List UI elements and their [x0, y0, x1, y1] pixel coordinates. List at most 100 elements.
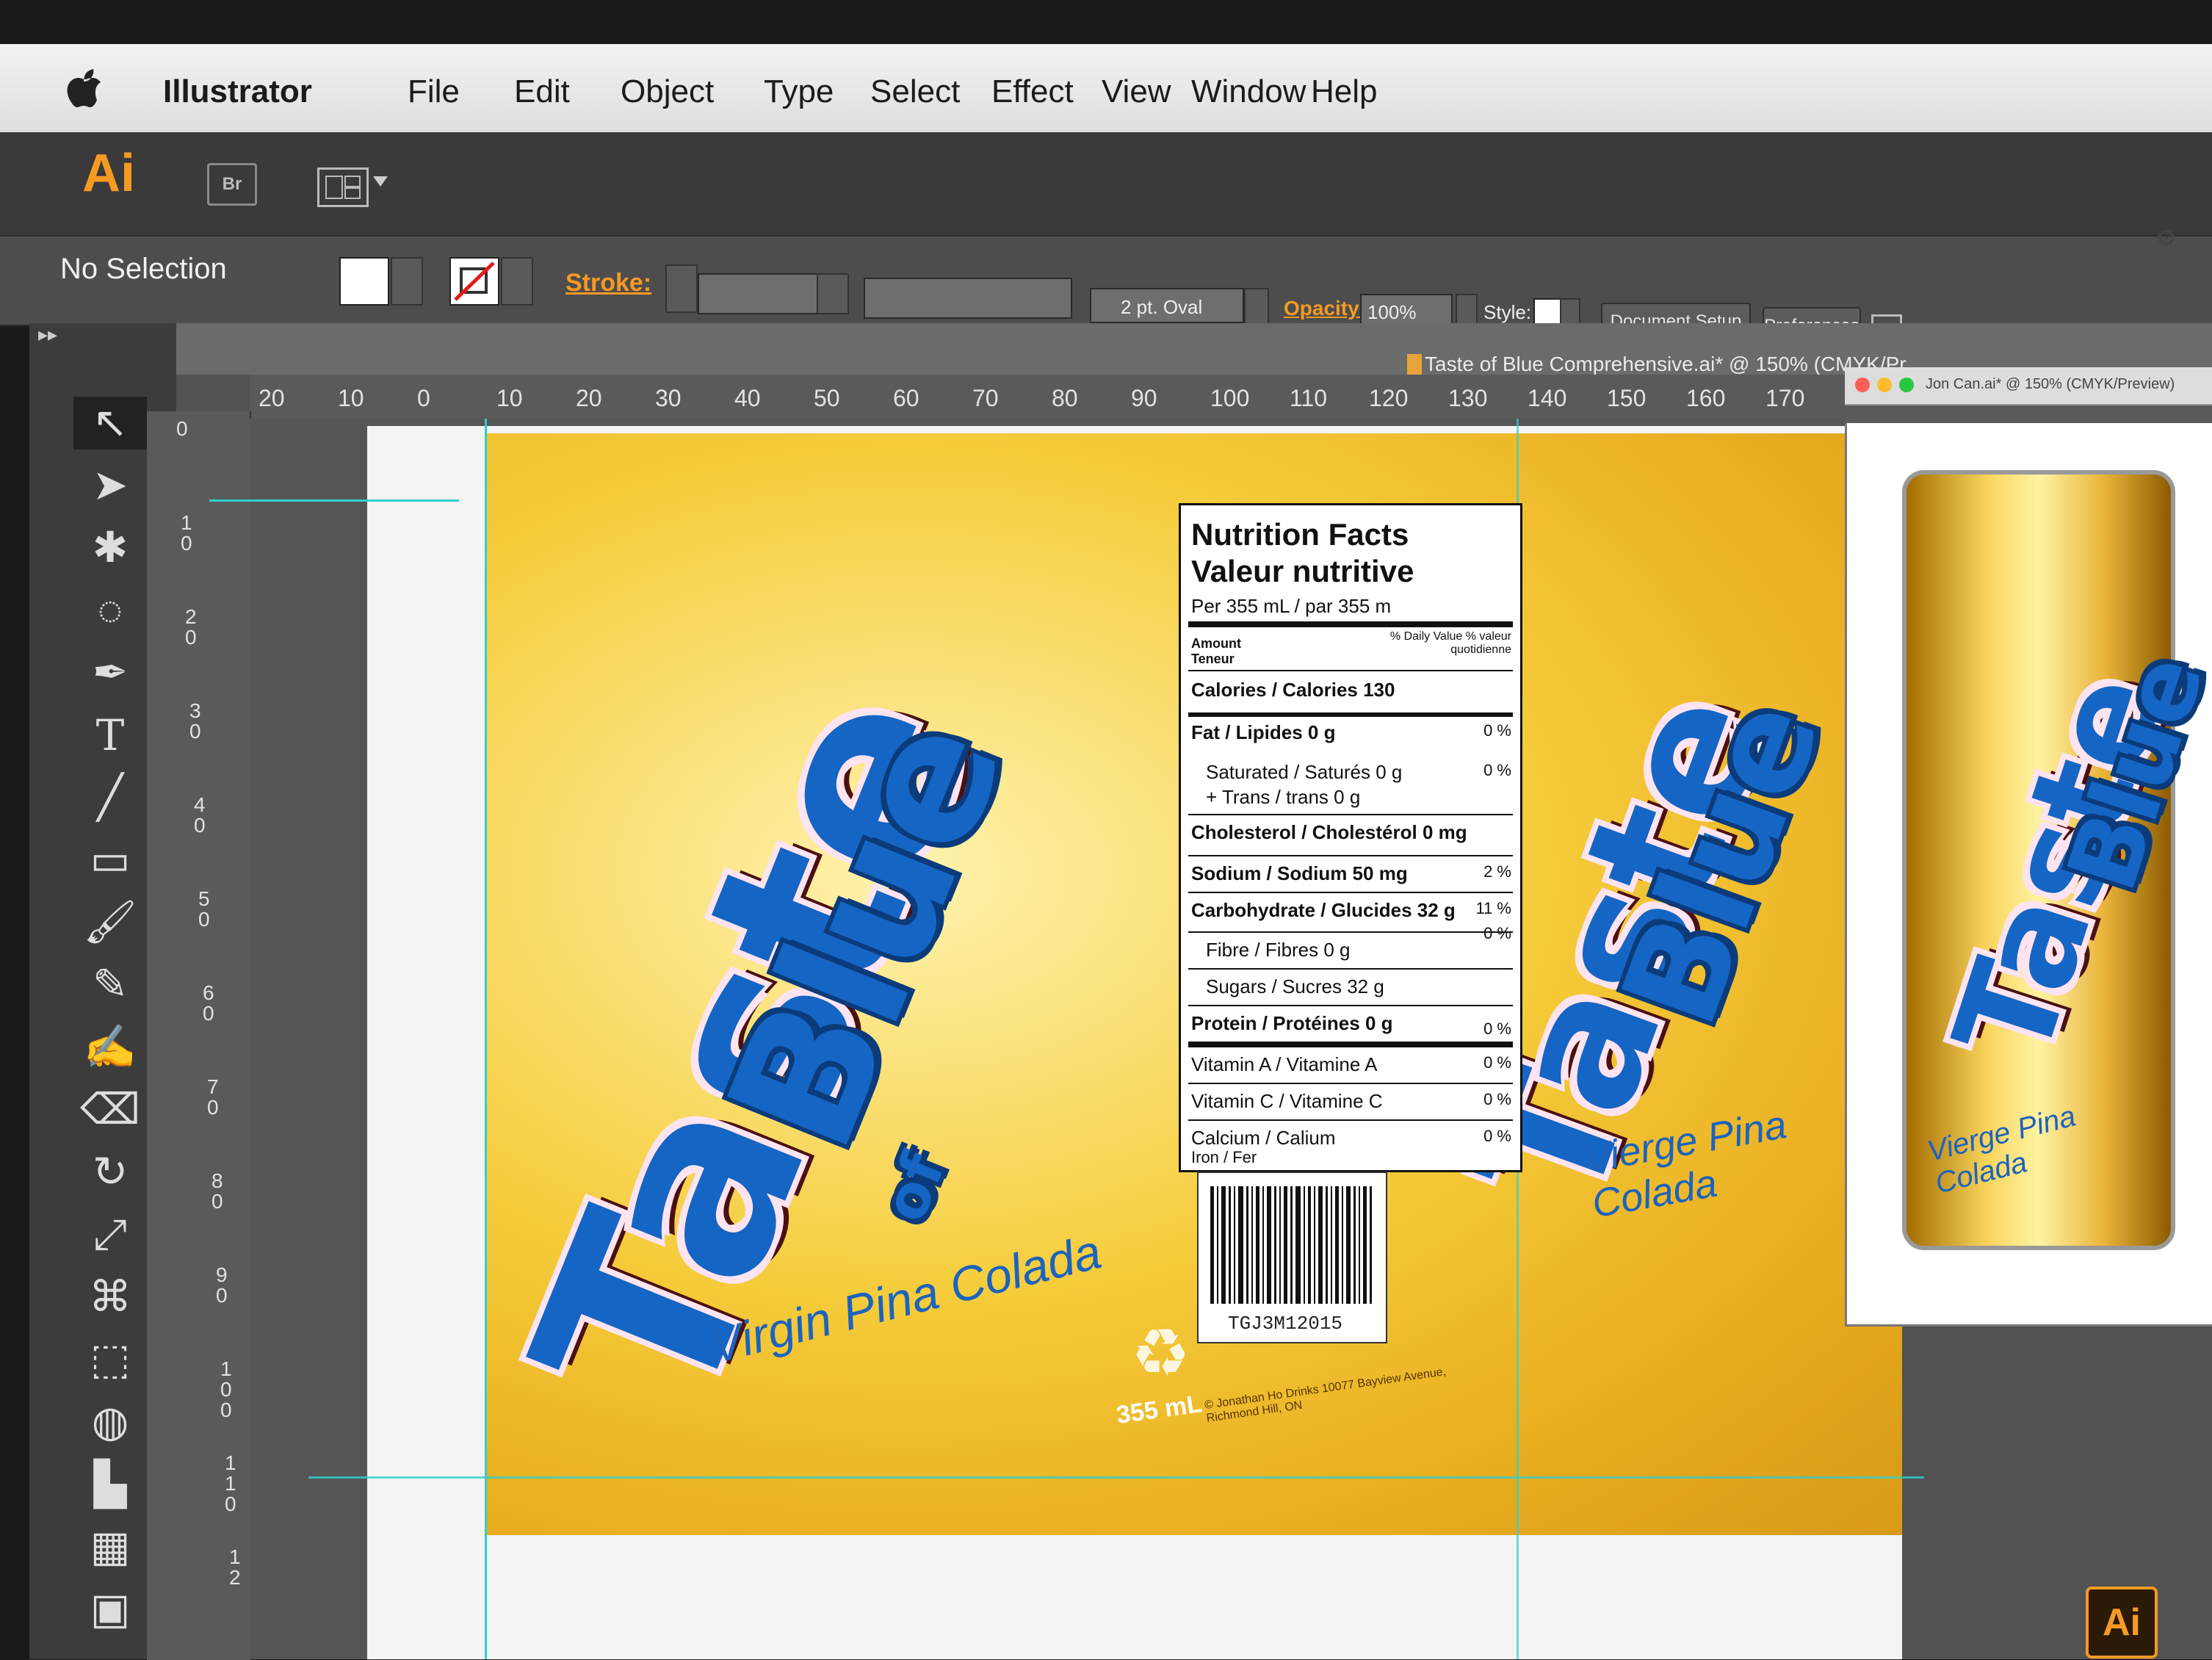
- nutrient-row: Protein / Protéines 0 g: [1191, 1012, 1393, 1034]
- fill-swatch[interactable]: [339, 257, 389, 306]
- ruler-tick-label: 0: [176, 417, 188, 440]
- second-window-titlebar[interactable]: Jon Can.ai* @ 150% (CMYK/Preview): [1845, 367, 2212, 405]
- horizontal-ruler[interactable]: 20 10 0 10 20 30 40 50 60 70 80 90 100 110 120 130 140 15…: [250, 375, 1902, 420]
- guide-vertical[interactable]: [485, 419, 487, 1659]
- ruler-tick-label: 3 0: [189, 699, 201, 743]
- rotate-tool-icon[interactable]: ↻: [73, 1146, 147, 1199]
- direct-selection-tool-icon[interactable]: ➤: [73, 459, 147, 512]
- mesh-tool-icon[interactable]: ▦: [73, 1520, 147, 1573]
- nutrient-percent: 0 %: [1483, 1020, 1511, 1038]
- stroke-weight-dropdown[interactable]: [817, 273, 849, 314]
- menu-object[interactable]: Object: [621, 73, 714, 110]
- nutrition-facts-panel[interactable]: Nutrition Facts Valeur nutritive Per 355…: [1179, 503, 1522, 1172]
- barcode[interactable]: TGJ3M12015: [1197, 1172, 1387, 1343]
- width-tool-icon[interactable]: ⌘: [73, 1271, 147, 1324]
- ruler-tick-label: 20: [259, 385, 285, 411]
- pen-tool-icon[interactable]: ✒: [73, 646, 147, 699]
- stroke-weight-field[interactable]: [698, 273, 818, 314]
- nutrient-row: Sugars / Sucres 32 g: [1206, 975, 1384, 997]
- document-tab-title[interactable]: Taste of Blue Comprehensive.ai* @ 150% (…: [1425, 353, 1906, 376]
- menu-type[interactable]: Type: [764, 73, 834, 110]
- gear-icon[interactable]: ⚙: [2155, 224, 2177, 252]
- line-tool-icon[interactable]: ╱: [73, 771, 147, 824]
- graph-tool-icon[interactable]: ▙: [73, 1458, 147, 1511]
- paintbrush-tool-icon[interactable]: 🖌: [73, 896, 147, 949]
- blob-brush-tool-icon[interactable]: ✍: [73, 1021, 147, 1074]
- stroke-swatch-dropdown[interactable]: [501, 257, 533, 306]
- brush-dropdown[interactable]: [1244, 288, 1269, 326]
- ruler-tick-label: 1 0: [181, 511, 192, 555]
- barcode-number: TGJ3M12015: [1228, 1313, 1343, 1335]
- ruler-tick-label: 20: [576, 385, 602, 411]
- variable-width-profile[interactable]: [864, 278, 1072, 319]
- ruler-tick-label: 30: [655, 385, 682, 411]
- type-tool-icon[interactable]: T: [73, 709, 147, 762]
- fill-dropdown[interactable]: [391, 257, 423, 306]
- ruler-tick-label: 4 0: [194, 793, 206, 837]
- ruler-tick-label: 9 0: [216, 1263, 228, 1307]
- lasso-tool-icon[interactable]: ◌: [73, 584, 147, 637]
- selection-tool-icon[interactable]: ↖: [73, 397, 147, 450]
- shape-builder-tool-icon[interactable]: ◍: [73, 1396, 147, 1448]
- menu-file[interactable]: File: [408, 73, 460, 110]
- arrange-documents-icon[interactable]: [317, 167, 369, 207]
- magic-wand-tool-icon[interactable]: ✱: [73, 522, 147, 574]
- chevron-down-icon[interactable]: [373, 176, 388, 187]
- minimize-window-button[interactable]: [1877, 378, 1892, 392]
- stroke-label[interactable]: Stroke:: [565, 269, 651, 297]
- daily-value-header: % Daily Value % valeur quotidienne: [1389, 630, 1511, 656]
- nutrient-percent: 0 %: [1483, 761, 1511, 779]
- bridge-button[interactable]: Br: [207, 163, 257, 206]
- stroke-weight-stepper[interactable]: [665, 264, 698, 313]
- pencil-tool-icon[interactable]: ✎: [73, 959, 147, 1011]
- can-mockup[interactable]: Taste Blue Vierge Pina Colada: [1902, 470, 2212, 1250]
- no-stroke-icon: [454, 261, 495, 301]
- gradient-tool-icon[interactable]: ▣: [73, 1583, 147, 1636]
- guide-horizontal[interactable]: [209, 499, 459, 502]
- vertical-ruler[interactable]: 0 1 0 2 0 3 0 4 0 5 0 6 0 7 0 8 0 9 0 1 0 0 1 1 0 1 …: [147, 411, 251, 1660]
- nutrient-percent: 0 %: [1483, 1127, 1511, 1145]
- nutrient-percent: 0 %: [1483, 1053, 1511, 1072]
- style-label: Style:: [1483, 301, 1532, 323]
- menu-view[interactable]: View: [1102, 73, 1171, 110]
- ruler-tick-label: 50: [814, 385, 840, 411]
- second-window-ruler: [1845, 405, 2212, 423]
- close-window-button[interactable]: [1855, 378, 1870, 392]
- collapse-panel-icon[interactable]: ▸▸: [38, 323, 57, 346]
- nutrient-row: Carbohydrate / Glucides 32 g: [1191, 899, 1456, 921]
- zoom-window-button[interactable]: [1899, 378, 1914, 392]
- ruler-tick-label: 70: [972, 385, 999, 411]
- divider: [1188, 1005, 1513, 1006]
- menu-effect[interactable]: Effect: [991, 73, 1074, 110]
- nutrient-percent: 11 %: [1475, 899, 1511, 917]
- menu-help[interactable]: Help: [1311, 73, 1378, 110]
- nutrient-percent: 0 %: [1483, 924, 1511, 942]
- guide-horizontal[interactable]: [308, 1476, 1924, 1479]
- free-transform-tool-icon[interactable]: ⬚: [73, 1333, 147, 1386]
- ruler-tick-label: 8 0: [212, 1169, 223, 1213]
- nutrient-row: Calories / Calories 130: [1191, 679, 1395, 701]
- rectangle-tool-icon[interactable]: ▭: [73, 834, 147, 887]
- second-window-title: Jon Can.ai* @ 150% (CMYK/Preview): [1926, 376, 2175, 392]
- dock-illustrator-icon[interactable]: Ai: [2086, 1587, 2158, 1659]
- eraser-tool-icon[interactable]: ⌫: [73, 1083, 147, 1136]
- copyright-text: © Jonathan Ho Drinks 10077 Bayview Avenu…: [1204, 1365, 1447, 1425]
- menu-app-name[interactable]: Illustrator: [163, 73, 312, 110]
- stroke-swatch[interactable]: [449, 257, 499, 306]
- ruler-tick-label: 110: [1290, 385, 1328, 411]
- opacity-label[interactable]: Opacity:: [1284, 297, 1366, 320]
- illustrator-logo: Ai: [82, 144, 135, 203]
- divider: [1188, 670, 1513, 671]
- ruler-tick-label: 40: [734, 385, 761, 411]
- nutrient-row: Sodium / Sodium 50 mg: [1191, 862, 1408, 884]
- menu-edit[interactable]: Edit: [514, 73, 570, 110]
- ruler-tick-label: 1 0 0: [220, 1357, 232, 1421]
- nutrient-row: Calcium / Calium: [1191, 1127, 1336, 1149]
- brush-definition-field[interactable]: 2 pt. Oval: [1090, 288, 1244, 323]
- menu-window[interactable]: Window: [1191, 73, 1306, 110]
- ruler-tick-label: 2 0: [185, 605, 197, 649]
- apple-icon[interactable]: [63, 69, 104, 113]
- ruler-tick-label: 10: [496, 385, 523, 411]
- scale-tool-icon[interactable]: ⤢: [73, 1208, 147, 1261]
- menu-select[interactable]: Select: [870, 73, 960, 110]
